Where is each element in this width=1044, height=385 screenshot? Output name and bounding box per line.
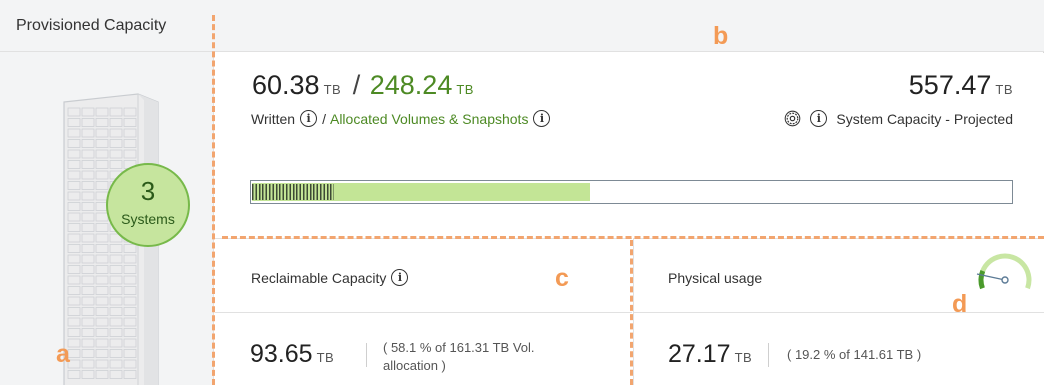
systems-count-badge[interactable]: 3 Systems	[106, 163, 190, 247]
widget-header: Provisioned Capacity	[0, 0, 1044, 52]
system-capacity-label: System Capacity - Projected	[836, 110, 1013, 127]
written-label: Written	[251, 110, 296, 127]
annotation-divider-b-cd	[222, 236, 1044, 239]
annotation-divider-a-b	[212, 15, 215, 385]
written-bar-fill	[252, 184, 334, 200]
written-unit: TB	[323, 82, 342, 97]
reclaimable-unit: TB	[316, 350, 335, 365]
physical-title-row: Physical usage	[668, 270, 762, 286]
written-allocated-labels: Written i / Allocated Volumes & Snapshot…	[251, 110, 555, 127]
physical-usage-gauge-icon	[976, 253, 1032, 290]
physical-title: Physical usage	[668, 270, 763, 286]
reclaimable-value-separator	[366, 343, 367, 367]
reclaimable-divider	[215, 312, 632, 313]
physical-divider	[633, 312, 1044, 313]
written-info-icon[interactable]: i	[300, 110, 318, 127]
system-capacity-value-group: 557.47 TB	[909, 70, 1013, 101]
systems-count: 3	[140, 176, 156, 206]
system-capacity-value: 557.47	[908, 70, 992, 100]
system-capacity-unit: TB	[995, 82, 1013, 97]
physical-unit: TB	[734, 350, 753, 365]
value-separator: /	[352, 70, 361, 100]
widget-title: Provisioned Capacity	[16, 17, 167, 34]
label-separator: /	[322, 110, 326, 127]
reclaimable-detail-line1: ( 58.1 % of 161.31 TB Vol.	[383, 340, 535, 355]
annotation-label-c: c	[555, 264, 569, 292]
system-capacity-label-row: i System Capacity - Projected	[784, 110, 1013, 127]
physical-value-group: 27.17 TB	[668, 340, 752, 369]
system-capacity-info-icon[interactable]: i	[810, 110, 828, 127]
annotation-label-a: a	[56, 340, 70, 368]
written-value: 60.38	[252, 70, 320, 100]
reclaimable-title: Reclaimable Capacity	[251, 269, 387, 286]
allocated-info-icon[interactable]: i	[533, 110, 551, 127]
reclaimable-title-row: Reclaimable Capacity i	[251, 269, 413, 286]
written-allocated-values: 60.38 TB / 248.24 TB	[252, 70, 474, 101]
annotation-label-b: b	[713, 22, 729, 50]
reclaimable-value-group: 93.65 TB	[250, 340, 334, 369]
reclaimable-detail-line2: allocation )	[383, 358, 446, 373]
annotation-divider-c-d	[630, 240, 633, 385]
reclaimable-detail: ( 58.1 % of 161.31 TB Vol. allocation )	[383, 339, 535, 375]
reclaimable-info-icon[interactable]: i	[391, 269, 409, 286]
annotation-label-d: d	[952, 290, 968, 318]
allocated-value: 248.24	[369, 70, 453, 100]
physical-value-separator	[768, 343, 769, 367]
capacity-progress-bar	[250, 180, 1013, 204]
allocated-label: Allocated Volumes & Snapshots	[329, 110, 529, 127]
physical-detail: ( 19.2 % of 141.61 TB )	[787, 347, 922, 362]
systems-label: Systems	[121, 211, 175, 227]
reclaimable-value: 93.65	[250, 340, 313, 368]
allocated-unit: TB	[456, 82, 474, 97]
gear-icon[interactable]	[784, 110, 801, 127]
physical-value: 27.17	[668, 340, 731, 368]
